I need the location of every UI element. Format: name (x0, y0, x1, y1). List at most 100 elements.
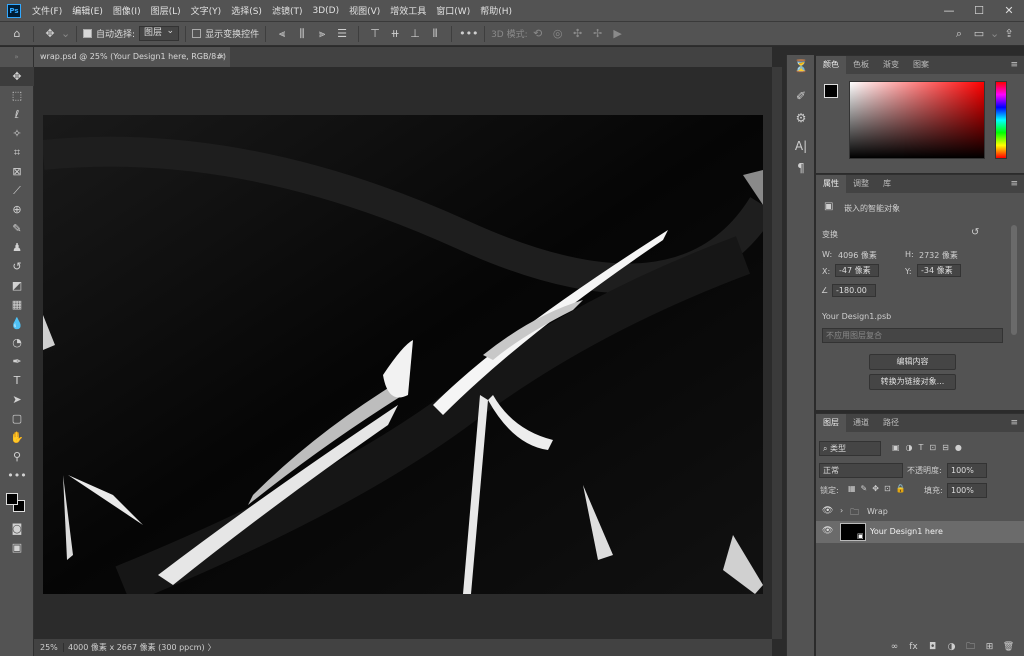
menu-view[interactable]: 视图(V) (344, 4, 385, 17)
fg-bg-colors[interactable] (824, 84, 848, 108)
document-tab[interactable]: wrap.psd @ 25% (Your Design1 here, RGB/8… (34, 47, 230, 67)
align-center-h-icon[interactable]: ⫼ (293, 25, 311, 43)
panel-menu-icon[interactable]: ≡ (1010, 414, 1018, 432)
tab-libraries[interactable]: 库 (876, 175, 898, 193)
align-bottom-icon[interactable]: ⊥ (406, 25, 424, 43)
workspace-icon[interactable]: ▭ (970, 25, 988, 43)
delete-layer-icon[interactable]: 🗑 (999, 642, 1018, 652)
path-selection-tool-icon[interactable]: ➤ (0, 390, 34, 409)
tab-swatches[interactable]: 色板 (846, 56, 876, 74)
character-panel-icon[interactable]: A| (787, 135, 815, 157)
more-options-icon[interactable]: ••• (459, 25, 478, 43)
lasso-tool-icon[interactable]: ℓ (0, 105, 34, 124)
tab-adjustments[interactable]: 调整 (846, 175, 876, 193)
menu-file[interactable]: 文件(F) (27, 4, 67, 17)
tab-channels[interactable]: 通道 (846, 414, 876, 432)
x-position-field[interactable]: -47 像素 (835, 264, 879, 277)
y-position-field[interactable]: -34 像素 (917, 264, 961, 277)
foreground-color-swatch[interactable] (6, 493, 18, 505)
adjustments-icon[interactable]: ⚙ (787, 107, 815, 129)
align-left-icon[interactable]: ⫷ (273, 25, 291, 43)
blur-tool-icon[interactable]: 💧 (0, 314, 34, 333)
checkbox-unchecked-icon[interactable] (192, 29, 202, 38)
canvas-area[interactable] (34, 67, 772, 639)
convert-to-linked-button[interactable]: 转换为链接对象... (869, 374, 956, 390)
3d-camera-icon[interactable]: ▶ (609, 25, 627, 43)
pen-tool-icon[interactable]: ✒ (0, 352, 34, 371)
chevron-right-icon[interactable]: 〉 (205, 642, 216, 653)
paragraph-panel-icon[interactable]: ¶ (787, 157, 815, 179)
color-picker-field[interactable] (849, 81, 985, 159)
color-swatches[interactable] (0, 493, 33, 519)
home-icon[interactable]: ⌂ (8, 25, 26, 43)
zoom-tool-icon[interactable]: ⚲ (0, 447, 34, 466)
dodge-tool-icon[interactable]: ◔ (0, 333, 34, 352)
menu-filter[interactable]: 滤镜(T) (267, 4, 308, 17)
new-group-icon[interactable]: 🗀 (961, 639, 980, 655)
chevron-down-icon[interactable]: ⌄ (990, 25, 999, 43)
layer-row-your-design[interactable]: 👁 ▣ Your Design1 here (816, 521, 1024, 543)
align-right-icon[interactable]: ⫸ (313, 25, 331, 43)
toolbar-collapse-icon[interactable]: » (0, 47, 33, 67)
checkbox-checked-icon[interactable] (83, 29, 92, 38)
menu-type[interactable]: 文字(Y) (186, 4, 227, 17)
document-image[interactable] (43, 115, 763, 594)
share-icon[interactable]: ⇪ (1000, 25, 1018, 43)
tab-properties[interactable]: 属性 (816, 175, 846, 193)
distribute-h-icon[interactable]: ☰ (333, 25, 351, 43)
auto-select-checkbox[interactable]: 自动选择: (83, 27, 135, 40)
menu-layer[interactable]: 图层(L) (146, 4, 186, 17)
menu-help[interactable]: 帮助(H) (475, 4, 517, 17)
layer-row-wrap[interactable]: 👁 › 🗀 Wrap (816, 502, 1024, 522)
tab-gradients[interactable]: 渐变 (876, 56, 906, 74)
close-button[interactable]: ✕ (994, 0, 1024, 22)
move-tool-icon[interactable]: ✥ (0, 67, 34, 86)
magic-wand-tool-icon[interactable]: ✧ (0, 124, 34, 143)
type-tool-icon[interactable]: T (0, 371, 34, 390)
edit-toolbar-icon[interactable]: ••• (0, 466, 34, 485)
opacity-field[interactable]: 100% (947, 463, 987, 478)
shape-tool-icon[interactable]: ▢ (0, 409, 34, 428)
close-icon[interactable]: × (218, 47, 225, 67)
brush-tool-icon[interactable]: ✎ (0, 219, 34, 238)
align-middle-icon[interactable]: ⧺ (386, 25, 404, 43)
visibility-eye-icon[interactable]: 👁 (822, 526, 833, 536)
tab-layers[interactable]: 图层 (816, 414, 846, 432)
adjustment-layer-icon[interactable]: ◑ (942, 642, 961, 652)
chevron-right-icon[interactable]: › (840, 506, 843, 515)
link-layers-icon[interactable]: ∞ (885, 642, 904, 652)
maximize-button[interactable]: ☐ (964, 0, 994, 22)
gradient-tool-icon[interactable]: ▦ (0, 295, 34, 314)
angle-field[interactable]: -180.00 (832, 284, 876, 297)
3d-orbit-icon[interactable]: ⟲ (529, 25, 547, 43)
frame-tool-icon[interactable]: ⊠ (0, 162, 34, 181)
visibility-eye-icon[interactable]: 👁 (822, 506, 833, 516)
eyedropper-tool-icon[interactable]: ⟋ (0, 181, 34, 200)
healing-brush-tool-icon[interactable]: ⊕ (0, 200, 34, 219)
menu-window[interactable]: 窗口(W) (431, 4, 475, 17)
vertical-scrollbar[interactable] (772, 67, 782, 639)
lock-icons[interactable]: ▦✎✥⊡🔒 (848, 484, 911, 493)
blend-mode-dropdown[interactable]: 正常 (819, 463, 903, 478)
reset-transform-icon[interactable]: ↺ (971, 227, 979, 238)
3d-pan-icon[interactable]: ✣ (569, 25, 587, 43)
layer-filter-icons[interactable]: ▣◑T⊡⊟● (892, 443, 968, 452)
3d-roll-icon[interactable]: ◎ (549, 25, 567, 43)
panel-scrollbar[interactable] (1011, 225, 1017, 335)
history-panel-icon[interactable]: ⏳ (787, 55, 815, 77)
zoom-level[interactable]: 25% (34, 643, 64, 652)
fx-icon[interactable]: fx (904, 642, 923, 652)
align-top-icon[interactable]: ⊤ (366, 25, 384, 43)
distribute-v-icon[interactable]: ⫴ (426, 25, 444, 43)
menu-image[interactable]: 图像(I) (108, 4, 146, 17)
crop-tool-icon[interactable]: ⌗ (0, 143, 34, 162)
auto-select-dropdown[interactable]: 图层 (139, 25, 180, 41)
stamp-tool-icon[interactable]: ♟ (0, 238, 34, 257)
eraser-tool-icon[interactable]: ◩ (0, 276, 34, 295)
quick-mask-icon[interactable]: ◙ (0, 519, 34, 538)
tab-patterns[interactable]: 图案 (906, 56, 936, 74)
tab-paths[interactable]: 路径 (876, 414, 906, 432)
marquee-tool-icon[interactable]: ⬚ (0, 86, 34, 105)
screen-mode-icon[interactable]: ▣ (0, 538, 34, 557)
new-layer-icon[interactable]: ⊞ (980, 642, 999, 652)
